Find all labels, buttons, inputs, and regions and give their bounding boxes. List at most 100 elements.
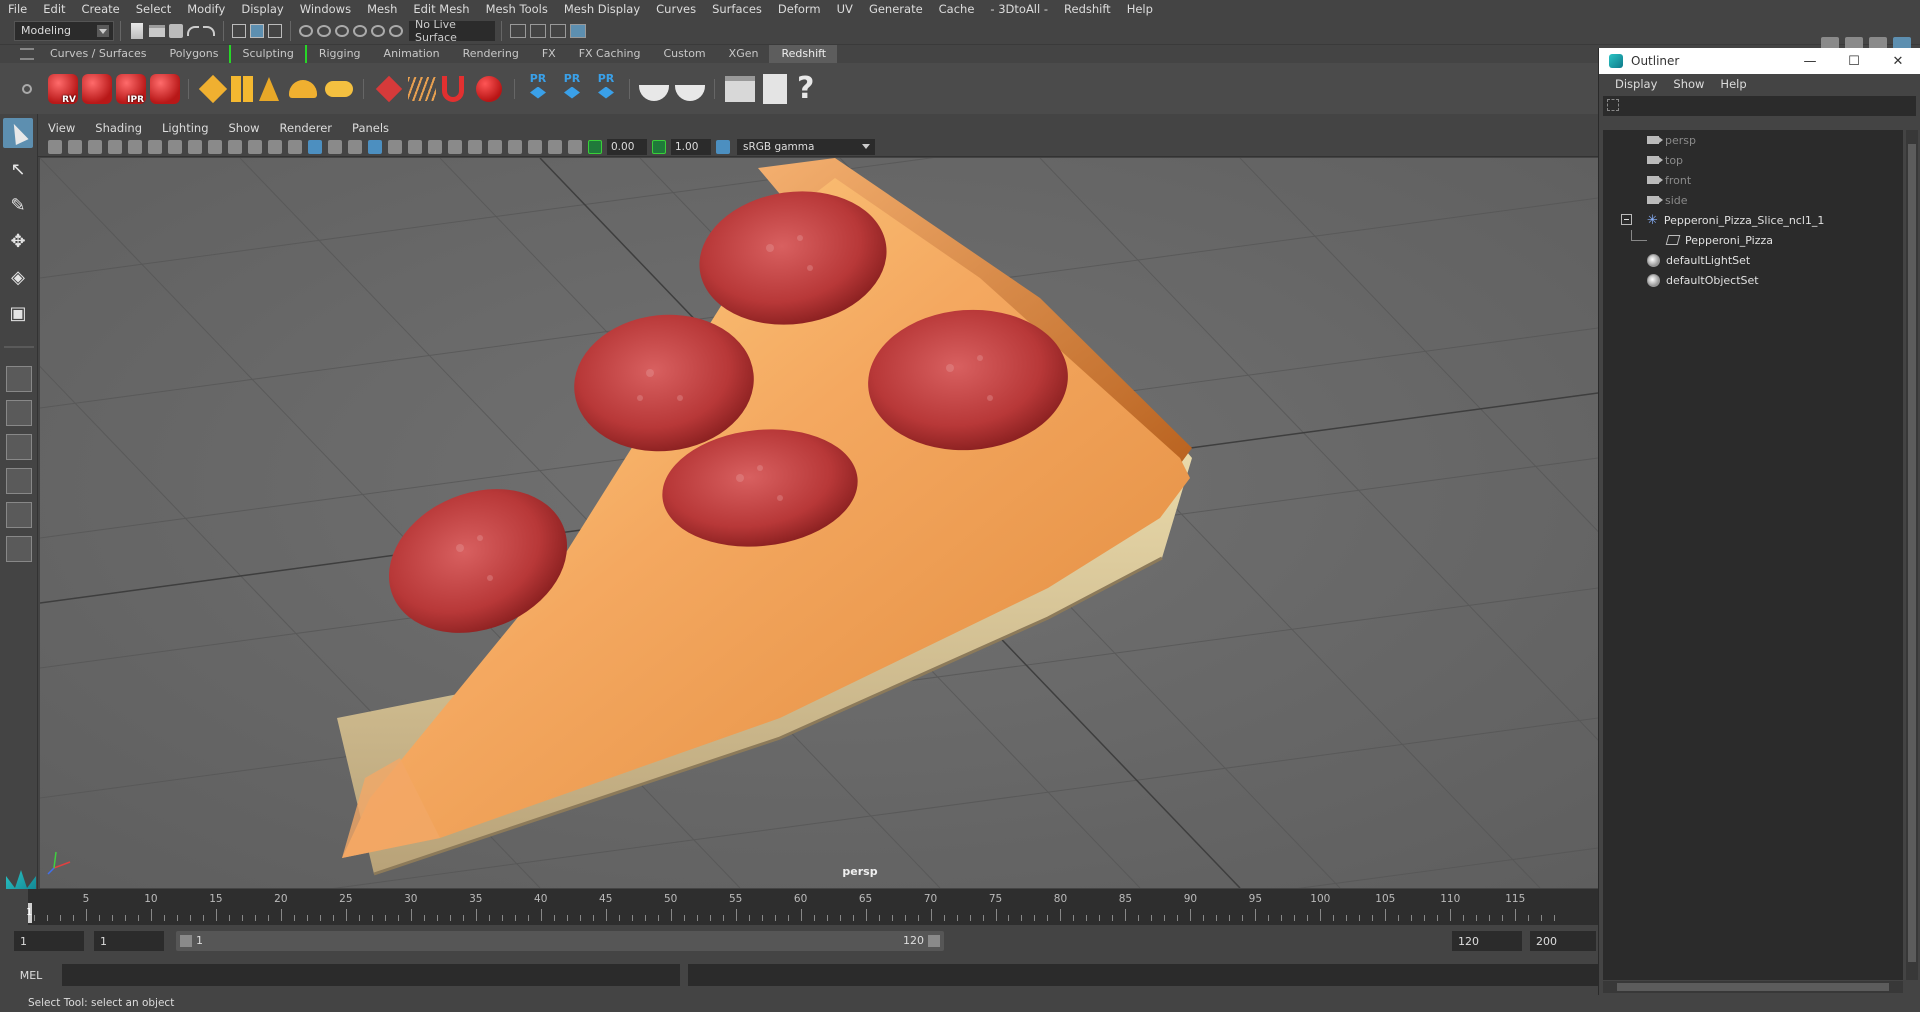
undo-icon[interactable] [187, 25, 199, 36]
bookmark-icon[interactable] [88, 139, 102, 154]
tab-xgen[interactable]: XGen [717, 45, 770, 63]
close-icon[interactable]: ✕ [1876, 54, 1920, 69]
maximize-icon[interactable]: ☐ [1832, 54, 1876, 69]
outliner-layout-icon[interactable] [6, 536, 32, 562]
paint-select-tool[interactable]: ✎ [3, 190, 33, 220]
scrollbar-thumb[interactable] [1908, 144, 1916, 962]
outliner-item-top[interactable]: top [1603, 150, 1903, 170]
menu-mesh-display[interactable]: Mesh Display [556, 2, 648, 16]
persp-hypergraph-layout-icon[interactable] [6, 502, 32, 528]
rs-bake-settings-icon[interactable] [675, 84, 705, 101]
pr-convert-icon[interactable]: PR [593, 72, 619, 106]
render-settings-icon[interactable] [550, 23, 566, 38]
view-transform-dropdown[interactable]: sRGB gamma [737, 138, 875, 155]
camera-attributes-icon[interactable] [68, 139, 82, 154]
menu-help[interactable]: Help [1119, 2, 1161, 16]
outliner-titlebar[interactable]: Outliner — ☐ ✕ [1599, 48, 1920, 74]
gate-mask-icon[interactable] [208, 139, 222, 154]
smooth-shade-icon[interactable] [308, 139, 322, 154]
rs-render-window-icon[interactable] [725, 75, 755, 102]
outliner-menu-show[interactable]: Show [1665, 77, 1712, 91]
tab-fx[interactable]: FX [530, 45, 567, 63]
redshift-render-icon[interactable] [82, 73, 112, 104]
single-perspective-layout-icon[interactable] [6, 366, 32, 392]
safe-title-icon[interactable] [268, 139, 282, 154]
motion-blur-icon[interactable] [448, 139, 462, 154]
panel-menu-shading[interactable]: Shading [85, 121, 152, 135]
redshift-settings-icon[interactable] [150, 73, 180, 104]
dome-light-icon[interactable] [289, 79, 317, 98]
gamma-toggle-icon[interactable] [652, 139, 666, 154]
film-gate-icon[interactable] [168, 139, 182, 154]
depth-of-field-icon[interactable] [488, 139, 502, 154]
isolate-select-icon[interactable] [508, 139, 522, 154]
tab-sculpting[interactable]: Sculpting [229, 45, 307, 63]
redshift-render-view-icon[interactable]: RV [48, 73, 78, 105]
menu-edit-mesh[interactable]: Edit Mesh [405, 2, 477, 16]
snap-curve-icon[interactable] [317, 24, 331, 37]
snap-view-icon[interactable] [353, 24, 367, 37]
rs-proxy-icon[interactable] [375, 75, 403, 102]
snap-live-icon[interactable] [389, 24, 403, 37]
color-management-icon[interactable] [716, 139, 730, 154]
select-component-icon[interactable] [268, 23, 282, 38]
lasso-tool[interactable]: ↖ [3, 154, 33, 184]
four-view-layout-icon[interactable] [6, 400, 32, 426]
start-time-field[interactable]: 1 [14, 931, 84, 951]
safe-action-icon[interactable] [248, 139, 262, 154]
outliner-horizontal-scrollbar[interactable] [1603, 981, 1903, 993]
area-light-icon[interactable] [198, 74, 228, 103]
panel-menu-panels[interactable]: Panels [342, 121, 399, 135]
outliner-menu-help[interactable]: Help [1712, 77, 1754, 91]
menu-file[interactable]: File [0, 2, 35, 16]
pr-export-icon[interactable]: PR [559, 72, 585, 106]
collapse-icon[interactable] [1621, 214, 1632, 225]
outliner-item-front[interactable]: front [1603, 170, 1903, 190]
xray-icon[interactable] [528, 139, 542, 154]
menu-curves[interactable]: Curves [648, 2, 704, 16]
textured-icon[interactable] [368, 139, 382, 154]
persp-outliner-layout-icon[interactable] [6, 434, 32, 460]
menu-windows[interactable]: Windows [292, 2, 359, 16]
rs-volume-icon[interactable] [442, 75, 464, 102]
script-language-toggle[interactable]: MEL [0, 969, 62, 982]
xray-components-icon[interactable] [568, 139, 582, 154]
playback-start-field[interactable]: 1 [94, 931, 164, 951]
mode-dropdown[interactable]: Modeling [14, 20, 114, 41]
playback-end-field[interactable]: 120 [1452, 931, 1522, 951]
rotate-tool[interactable]: ◈ [3, 262, 33, 292]
snap-point-icon[interactable] [335, 24, 349, 37]
menu-create[interactable]: Create [74, 2, 128, 16]
panel-menu-view[interactable]: View [38, 121, 85, 135]
help-question-icon[interactable]: ? [797, 71, 814, 106]
outliner-menu-display[interactable]: Display [1607, 77, 1665, 91]
menu-display[interactable]: Display [233, 2, 291, 16]
menu-deform[interactable]: Deform [770, 2, 829, 16]
tab-fx-caching[interactable]: FX Caching [567, 45, 652, 63]
open-folder-icon[interactable] [149, 24, 165, 37]
hypershade-icon[interactable] [570, 23, 586, 38]
menu-select[interactable]: Select [128, 2, 179, 16]
rs-hair-icon[interactable] [408, 76, 436, 101]
outliner-item-default-light-set[interactable]: defaultLightSet [1603, 250, 1903, 270]
render-frame-icon[interactable] [510, 23, 526, 38]
move-tool[interactable]: ✥ [3, 226, 33, 256]
range-start-handle[interactable] [180, 935, 192, 947]
sun-sky-icon[interactable] [325, 80, 353, 97]
minimize-icon[interactable]: — [1788, 54, 1832, 69]
end-time-field[interactable]: 200 [1530, 931, 1596, 951]
physical-light-icon[interactable] [259, 76, 279, 101]
outliner-item-default-object-set[interactable]: defaultObjectSet [1603, 270, 1903, 290]
menu-edit[interactable]: Edit [35, 2, 73, 16]
exposure-field[interactable]: 0.00 [607, 138, 647, 155]
default-material-icon[interactable] [328, 139, 342, 154]
ambient-occlusion-icon[interactable] [428, 139, 442, 154]
camera-select-icon[interactable] [48, 139, 62, 154]
rs-log-icon[interactable] [763, 73, 787, 104]
wireframe-icon[interactable] [288, 139, 302, 154]
new-scene-icon[interactable] [131, 22, 143, 39]
outliner-item-pizza-group[interactable]: ✳ Pepperoni_Pizza_Slice_ncl1_1 [1603, 210, 1903, 230]
snap-surface-icon[interactable] [371, 24, 385, 37]
outliner-item-side[interactable]: side [1603, 190, 1903, 210]
lights-icon[interactable] [388, 139, 402, 154]
